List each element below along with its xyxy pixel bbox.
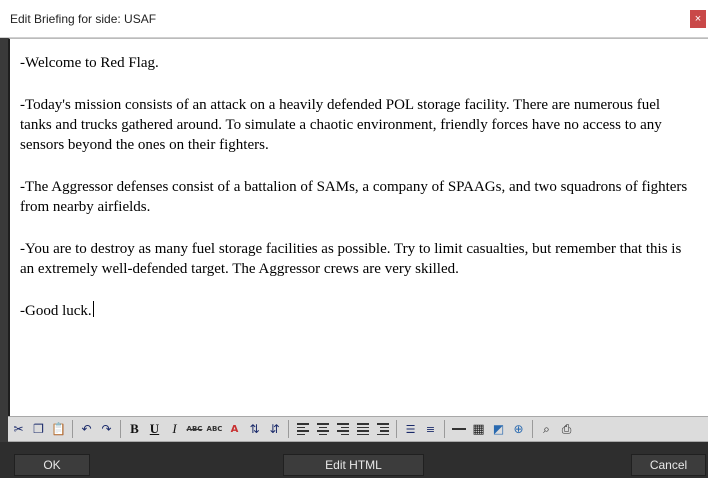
underline-icon[interactable]: U	[146, 420, 163, 438]
numbered-list-icon[interactable]: ≡	[422, 420, 439, 438]
briefing-editor[interactable]: -Welcome to Red Flag. -Today's mission c…	[8, 38, 708, 416]
toolbar-divider	[120, 420, 121, 438]
italic-icon[interactable]: I	[166, 420, 183, 438]
toolbar-divider	[72, 420, 73, 438]
strikethrough-icon[interactable]: ABC	[186, 420, 203, 438]
toolbar-divider	[396, 420, 397, 438]
bold-icon[interactable]: B	[126, 420, 143, 438]
insert-link-icon[interactable]: ⊕	[510, 420, 527, 438]
font-color-icon[interactable]: A	[226, 420, 243, 438]
print-icon[interactable]: ⎙	[558, 420, 575, 438]
copy-icon[interactable]: ❐	[30, 420, 47, 438]
toolbar-divider	[532, 420, 533, 438]
cancel-button[interactable]: Cancel	[631, 454, 706, 476]
insert-image-icon[interactable]: ◩	[490, 420, 507, 438]
justify-icon[interactable]	[354, 420, 371, 438]
caps-glyph: ABC	[206, 425, 223, 433]
briefing-paragraph-text: -Good luck.	[20, 303, 92, 319]
briefing-paragraph-last: -Good luck.	[20, 301, 692, 321]
ok-button[interactable]: OK	[14, 454, 90, 476]
sort-descending-icon[interactable]: ⇵	[266, 420, 283, 438]
align-left-icon[interactable]	[294, 420, 311, 438]
strike-glyph: ABC	[186, 425, 203, 433]
spellcheck-icon[interactable]: ABC	[206, 420, 223, 438]
horizontal-rule-icon[interactable]	[450, 420, 467, 438]
edit-html-button[interactable]: Edit HTML	[283, 454, 424, 476]
align-right-icon[interactable]	[334, 420, 351, 438]
underline-glyph: U	[149, 421, 160, 436]
bold-glyph: B	[130, 421, 139, 436]
italic-glyph: I	[172, 421, 177, 436]
paste-icon[interactable]: 📋	[50, 420, 67, 438]
undo-icon[interactable]: ↶	[78, 420, 95, 438]
bullet-list-icon[interactable]: ☰	[402, 420, 419, 438]
align-center-icon[interactable]	[314, 420, 331, 438]
text-caret	[92, 301, 94, 317]
find-icon[interactable]: ⌕	[538, 420, 555, 438]
briefing-paragraph: -The Aggressor defenses consist of a bat…	[20, 179, 688, 215]
window-title: Edit Briefing for side: USAF	[10, 12, 157, 26]
indent-icon[interactable]	[374, 420, 391, 438]
toolbar-divider	[288, 420, 289, 438]
button-bar: OK Edit HTML Cancel	[0, 442, 708, 478]
sort-ascending-icon[interactable]: ⇅	[246, 420, 263, 438]
briefing-paragraph: -Welcome to Red Flag.	[20, 55, 159, 71]
table-icon[interactable]: ▦	[470, 420, 487, 438]
toolbar-divider	[444, 420, 445, 438]
cut-icon[interactable]: ✂	[10, 420, 27, 438]
formatting-toolbar: ✂ ❐ 📋 ↶ ↷ B U I ABC ABC A ⇅ ⇵ ☰ ≡ ▦ ◩ ⊕ …	[8, 416, 708, 442]
title-bar: Edit Briefing for side: USAF ×	[0, 0, 708, 38]
briefing-paragraph: -You are to destroy as many fuel storage…	[20, 241, 682, 277]
close-button[interactable]: ×	[690, 10, 706, 28]
redo-icon[interactable]: ↷	[98, 420, 115, 438]
briefing-paragraph: -Today's mission consists of an attack o…	[20, 97, 662, 153]
